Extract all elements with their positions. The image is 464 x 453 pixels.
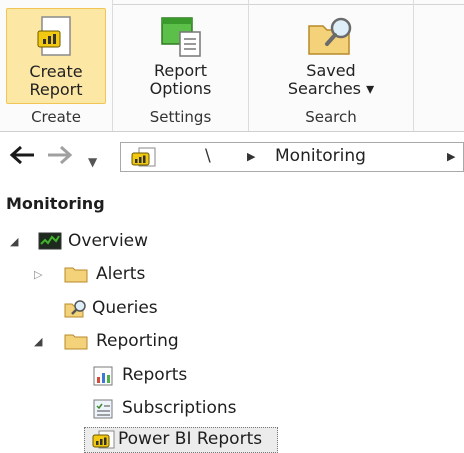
tree-item-label: Overview	[68, 231, 149, 251]
group-label-search: Search	[305, 108, 357, 126]
create-report-label: Create Report	[29, 62, 83, 99]
expanded-arrow-icon[interactable]: ◢	[34, 335, 42, 348]
report-options-button[interactable]: Report Options	[119, 8, 242, 104]
create-report-button[interactable]: Create Report	[6, 8, 106, 104]
back-arrow-icon[interactable]	[8, 144, 36, 170]
ribbon: Create Report Create Report Options Sett…	[0, 0, 464, 132]
collapsed-arrow-icon[interactable]: ▷	[34, 268, 42, 281]
saved-search-folder-icon	[305, 14, 357, 62]
tree-item-queries[interactable]: Queries	[0, 294, 300, 324]
tree-item-power-bi-reports[interactable]: Power BI Reports	[0, 425, 300, 453]
navigation-bar: ▼ \ ▶ Monitoring ▶	[0, 132, 464, 182]
folder-icon	[64, 265, 88, 288]
report-options-icon	[158, 14, 204, 62]
group-label-create: Create	[31, 108, 81, 126]
breadcrumb-arrow-icon[interactable]: ▶	[247, 150, 255, 163]
query-search-icon	[64, 299, 88, 324]
saved-searches-label: Saved Searches ▾	[287, 61, 375, 98]
tree-item-overview[interactable]: ◢ Overview	[0, 227, 300, 257]
tree-item-alerts[interactable]: ▷ Alerts	[0, 260, 300, 290]
ribbon-group-search: Saved Searches ▾ Search	[249, 0, 414, 132]
tree-item-reporting[interactable]: ◢ Reporting	[0, 327, 300, 357]
report-chart-icon	[92, 366, 114, 391]
tree-item-label: Reporting	[96, 331, 179, 351]
power-bi-icon	[92, 430, 116, 453]
group-label-settings: Settings	[149, 108, 212, 126]
report-options-label: Report Options	[149, 61, 212, 98]
folder-icon	[64, 332, 88, 355]
saved-searches-button[interactable]: Saved Searches ▾	[255, 8, 407, 104]
tree-item-subscriptions[interactable]: Subscriptions	[0, 394, 300, 424]
subscription-icon	[92, 399, 114, 424]
tree-item-reports[interactable]: Reports	[0, 361, 300, 391]
overview-monitor-icon	[38, 232, 62, 255]
pane-title: Monitoring	[6, 194, 105, 213]
forward-arrow-icon[interactable]	[46, 144, 74, 170]
tree-item-label: Subscriptions	[122, 398, 237, 418]
breadcrumb-arrow-icon[interactable]: ▶	[447, 150, 455, 163]
power-bi-report-icon	[36, 15, 76, 63]
navigation-tree: Monitoring ◢ Overview ▷ Alerts Queries ◢…	[0, 182, 464, 453]
tree-item-label: Alerts	[96, 264, 146, 284]
address-root-separator: \	[205, 146, 211, 166]
tree-item-label: Reports	[122, 365, 188, 385]
ribbon-group-create: Create Report Create	[0, 0, 113, 132]
tree-item-label: Queries	[92, 298, 158, 318]
power-bi-icon	[131, 147, 157, 171]
ribbon-group-settings: Report Options Settings	[113, 0, 249, 132]
tree-item-label: Power BI Reports	[118, 429, 263, 449]
expanded-arrow-icon[interactable]: ◢	[10, 235, 18, 248]
breadcrumb-monitoring[interactable]: Monitoring	[275, 146, 366, 166]
address-bar[interactable]: \ ▶ Monitoring ▶	[120, 142, 464, 172]
history-dropdown-icon[interactable]: ▼	[88, 150, 97, 174]
